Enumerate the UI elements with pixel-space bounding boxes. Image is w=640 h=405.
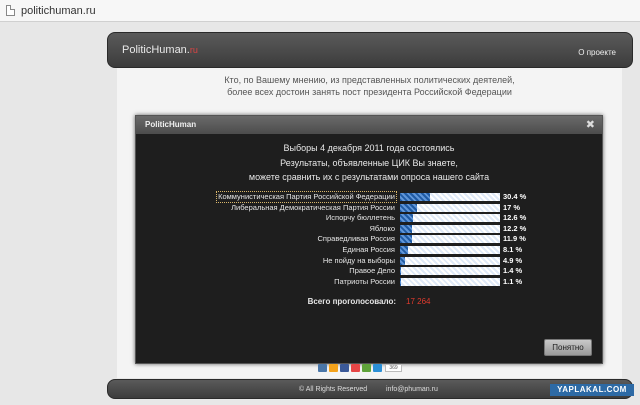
question-line-1: Кто, по Вашему мнению, из представленных… [224,75,515,85]
url-text[interactable]: politichuman.ru [21,5,96,17]
share-icon[interactable] [373,364,382,372]
result-bar-fill [400,224,413,233]
intro-line-3: можете сравнить их с результатами опроса… [248,172,490,182]
poll-question: Кто, по Вашему мнению, из представленных… [117,74,622,98]
result-percent: 11.9 % [503,234,526,244]
share-buttons [318,364,382,372]
logo-accent: ru [189,45,198,55]
share-icon[interactable] [362,364,371,372]
result-bar-fill [400,214,413,223]
result-bar-fill [400,277,402,286]
result-label: Не пойду на выборы [322,255,395,265]
logo-main: PoliticHuman. [122,44,190,56]
result-row: Испорчу бюллетень 12.6 % [136,213,602,223]
watermark-logo: YAPLAKAL.COM [550,384,634,396]
ok-button[interactable]: Понятно [544,339,592,356]
modal-titlebar[interactable]: PoliticHuman ✖ [136,116,602,134]
result-row: Правое Дело 1.4 % [136,266,602,276]
result-bar-track [400,246,500,254]
result-bar-track [400,224,500,233]
result-percent: 1.4 % [503,266,523,276]
result-bar-fill [400,246,409,254]
result-row: Справедливая Россия 11.9 % [136,234,602,244]
result-label: Коммунистическая Партия Российской Федер… [216,191,397,203]
site-logo[interactable]: PoliticHuman.ru [122,44,198,56]
result-bar-track [400,256,500,265]
result-label: Патриоты России [334,276,395,286]
result-bar-fill [400,267,402,276]
result-bar-fill [400,256,405,265]
result-row: Яблоко 12.2 % [136,224,602,234]
result-row: Либеральная Демократическая Партия Росси… [136,203,602,213]
question-line-2: более всех достоин занять пост президент… [227,87,512,97]
modal-title: PoliticHuman [145,120,197,129]
copyright-text: © All Rights Reserved [299,386,368,393]
email-link[interactable]: info@phuman.ru [386,386,438,393]
result-percent: 4.9 % [503,255,523,265]
share-icon[interactable] [329,364,338,372]
intro-line-2: Результаты, объявленные ЦИК Вы знаете, [280,158,458,168]
result-label: Яблоко [369,223,395,233]
result-percent: 1.1 % [503,276,523,286]
page-icon [6,5,15,16]
result-label: Правое Дело [349,266,395,276]
total-votes-label: Всего проголосовало: [307,297,396,306]
result-label: Справедливая Россия [317,234,395,244]
result-bar-fill [400,235,412,244]
result-percent: 12.6 % [503,213,527,223]
result-percent: 12.2 % [503,223,527,233]
result-row: Патриоты России 1.1 % [136,277,602,287]
address-bar[interactable]: politichuman.ru [0,0,640,22]
share-icon[interactable] [351,364,360,372]
share-icon[interactable] [318,364,327,372]
share-count: 369 [385,364,402,372]
about-link[interactable]: О проекте [578,48,616,57]
result-label: Испорчу бюллетень [325,213,395,223]
result-row: Не пойду на выборы 4.9 % [136,256,602,266]
close-icon[interactable]: ✖ [586,118,595,131]
result-bar-track [400,277,500,286]
result-percent: 30.4 % [503,192,527,201]
total-votes-value: 17 264 [406,297,431,306]
result-row: Коммунистическая Партия Российской Федер… [136,191,602,203]
result-bar-track [400,214,500,223]
result-bar-fill [400,193,431,201]
result-bar-track [400,193,500,201]
result-bar-fill [400,203,417,212]
result-bar-track [400,203,500,212]
result-label: Единая Россия [342,245,395,254]
result-label: Либеральная Демократическая Партия Росси… [231,202,395,212]
result-row: Единая Россия 8.1 % [136,245,602,255]
result-percent: 17 % [503,202,521,212]
result-percent: 8.1 % [503,245,523,254]
intro-line-1: Выборы 4 декабря 2011 года состоялись [283,143,455,153]
site-header: PoliticHuman.ru О проекте [107,32,633,68]
results-modal: PoliticHuman ✖ Выборы 4 декабря 2011 год… [135,115,603,364]
result-bar-track [400,267,500,276]
result-bar-track [400,235,500,244]
share-icon[interactable] [340,364,349,372]
